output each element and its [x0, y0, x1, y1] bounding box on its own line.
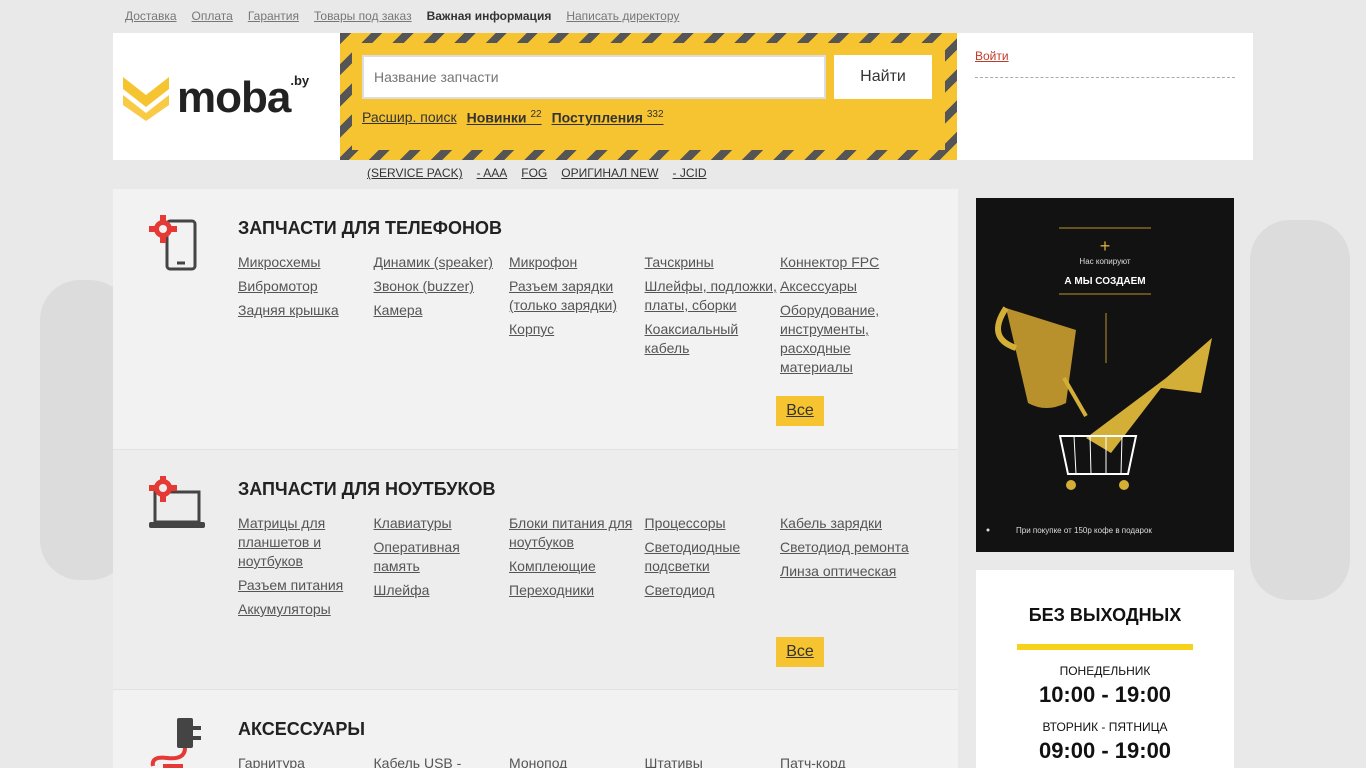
- section-laptop-parts: ЗАПЧАСТИ ДЛЯ НОУТБУКОВ Матрицы для планш…: [113, 450, 958, 690]
- category-link[interactable]: Матрицы для планшетов и ноутбуков: [238, 514, 374, 571]
- category-link[interactable]: Светодиод ремонта: [780, 538, 916, 557]
- section-title: ЗАПЧАСТИ ДЛЯ НОУТБУКОВ: [238, 479, 496, 499]
- nav-write-director[interactable]: Написать директору: [566, 9, 679, 23]
- category-link[interactable]: Разъем питания: [238, 576, 374, 595]
- banner-footer-text: При покупке от 150р кофе в подарок: [1016, 526, 1152, 535]
- catalog: ЗАПЧАСТИ ДЛЯ ТЕЛЕФОНОВ Микросхемы Вибромо…: [113, 189, 958, 768]
- hours-day: ПОНЕДЕЛЬНИК: [1059, 664, 1151, 678]
- category-link[interactable]: Динамик (speaker): [374, 253, 510, 272]
- brand-original-new[interactable]: ОРИГИНАЛ NEW: [561, 166, 658, 180]
- category-link[interactable]: Патч-корд: [780, 754, 916, 768]
- hours-divider: [1017, 644, 1193, 650]
- hours-day: ВТОРНИК - ПЯТНИЦА: [1042, 720, 1168, 734]
- hours-title: БЕЗ ВЫХОДНЫХ: [1028, 605, 1182, 625]
- category-link[interactable]: Светодиод: [645, 581, 781, 600]
- phone-gear-icon: [149, 215, 197, 271]
- nav-payment[interactable]: Оплата: [192, 9, 233, 23]
- category-link[interactable]: Шлейфы, подложки, платы, сборки: [645, 277, 781, 315]
- category-link[interactable]: Коннектор FPC: [780, 253, 916, 272]
- bg-decor: [1250, 220, 1350, 600]
- banner-small-text: Нас копируют: [1079, 257, 1130, 266]
- divider: [975, 77, 1235, 78]
- category-link[interactable]: Аккумуляторы: [238, 600, 374, 619]
- category-link[interactable]: Камера: [374, 301, 510, 320]
- section-title: ЗАПЧАСТИ ДЛЯ ТЕЛЕФОНОВ: [238, 218, 503, 238]
- brand-service-pack[interactable]: (SERVICE PACK): [367, 166, 463, 180]
- hours-time: 09:00 - 19:00: [1038, 738, 1172, 763]
- nav-preorder[interactable]: Товары под заказ: [314, 9, 412, 23]
- logo-icon: [123, 77, 169, 121]
- search-panel: Найти Расшир. поиск Новинки 22 Поступлен…: [340, 33, 957, 160]
- category-link[interactable]: Тачскрины: [645, 253, 781, 272]
- nav-delivery[interactable]: Доставка: [125, 9, 177, 23]
- category-link[interactable]: Гарнитура: [238, 754, 374, 768]
- logo-domain: .by: [290, 72, 310, 88]
- search-button[interactable]: Найти: [834, 55, 932, 99]
- svg-text:+: +: [1100, 236, 1111, 256]
- category-link[interactable]: Клавиатуры: [374, 514, 510, 533]
- site-logo[interactable]: moba .by: [123, 73, 309, 123]
- section-accessories: АКСЕССУАРЫ Гарнитура Кабель USB - Монопо…: [113, 690, 958, 768]
- brand-filters: (SERVICE PACK) - AAA FOG ОРИГИНАЛ NEW - …: [367, 166, 707, 180]
- category-link[interactable]: Кабель зарядки: [780, 514, 916, 533]
- laptop-gear-icon: [149, 476, 205, 528]
- working-hours: БЕЗ ВЫХОДНЫХ ПОНЕДЕЛЬНИК 10:00 - 19:00 В…: [976, 570, 1234, 768]
- category-link[interactable]: Коаксиальный кабель: [645, 320, 781, 358]
- category-link[interactable]: Блоки питания для ноутбуков: [509, 514, 645, 552]
- category-link[interactable]: Процессоры: [645, 514, 781, 533]
- category-link[interactable]: Переходники: [509, 581, 645, 600]
- category-link[interactable]: Линза оптическая: [780, 562, 916, 581]
- section-phone-parts: ЗАПЧАСТИ ДЛЯ ТЕЛЕФОНОВ Микросхемы Вибромо…: [113, 189, 958, 450]
- category-link[interactable]: Монопод: [509, 754, 645, 768]
- category-link[interactable]: Комплеющие: [509, 557, 645, 576]
- category-link[interactable]: Корпус: [509, 320, 645, 339]
- search-links: Расшир. поиск Новинки 22 Поступления 332: [362, 109, 664, 126]
- nav-warranty[interactable]: Гарантия: [248, 9, 299, 23]
- category-link[interactable]: Звонок (buzzer): [374, 277, 510, 296]
- login-link[interactable]: Войти: [975, 49, 1009, 63]
- coffee-cart-illustration: + Нас копируют А МЫ СОЗДАЕМ При покупке …: [986, 227, 1212, 535]
- site-header: moba .by Найти Расшир. поиск Новинки 22 …: [113, 33, 1253, 160]
- promo-banner[interactable]: + Нас копируют А МЫ СОЗДАЕМ При покупке …: [976, 198, 1234, 552]
- category-link[interactable]: Оборудование, инструменты, расходные мат…: [780, 301, 916, 377]
- logo-text: moba: [177, 73, 291, 122]
- section-title: АКСЕССУАРЫ: [238, 719, 365, 739]
- category-link[interactable]: Кабель USB -: [374, 754, 510, 768]
- banner-big-text: А МЫ СОЗДАЕМ: [1064, 276, 1145, 287]
- category-link[interactable]: Аксессуары: [780, 277, 916, 296]
- top-nav: Доставка Оплата Гарантия Товары под зака…: [125, 9, 679, 23]
- category-link[interactable]: Шлейфа: [374, 581, 510, 600]
- category-link[interactable]: Разъем зарядки (только зарядки): [509, 277, 645, 315]
- advanced-search-link[interactable]: Расшир. поиск: [362, 109, 457, 126]
- new-items-link[interactable]: Новинки 22: [467, 109, 542, 126]
- category-link[interactable]: Светодиодные подсветки: [645, 538, 781, 576]
- category-link[interactable]: Оперативная память: [374, 538, 510, 576]
- category-link[interactable]: Задняя крышка: [238, 301, 374, 320]
- category-link[interactable]: Вибромотор: [238, 277, 374, 296]
- brand-jcid[interactable]: - JCID: [673, 166, 707, 180]
- category-link[interactable]: Штативы: [645, 754, 781, 768]
- hours-time: 10:00 - 19:00: [1038, 682, 1172, 707]
- all-laptop-parts-button[interactable]: Все: [776, 637, 824, 667]
- brand-fog[interactable]: FOG: [521, 166, 547, 180]
- category-link[interactable]: Микрофон: [509, 253, 645, 272]
- category-link[interactable]: Микросхемы: [238, 253, 374, 272]
- all-phone-parts-button[interactable]: Все: [776, 396, 824, 426]
- search-input[interactable]: [362, 55, 826, 99]
- brand-aaa[interactable]: - AAA: [477, 166, 508, 180]
- charger-icon: [150, 718, 201, 768]
- nav-important-info[interactable]: Важная информация: [427, 9, 552, 23]
- arrivals-link[interactable]: Поступления 332: [552, 109, 664, 126]
